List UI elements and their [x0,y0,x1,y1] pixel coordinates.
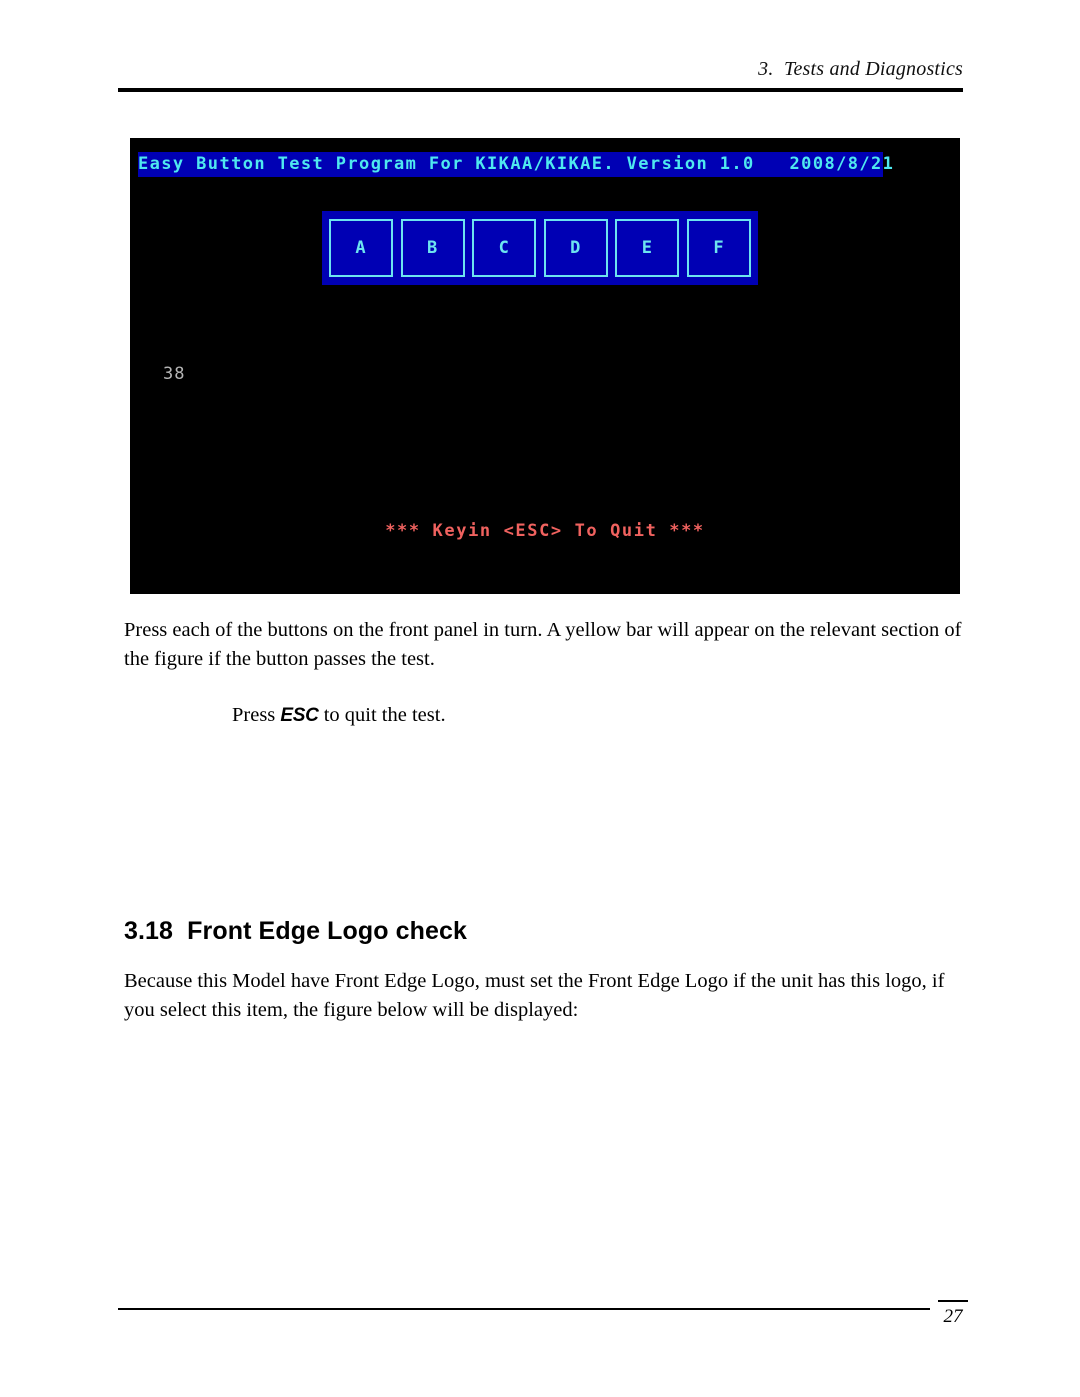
panel-button-b[interactable]: B [400,219,465,277]
header-title: 3. Tests and Diagnostics [758,58,963,80]
terminal-screenshot-figure: Easy Button Test Program For KIKAA/KIKAE… [130,138,960,594]
terminal-index-label: 38 [163,364,186,384]
section-body-3-18: Because this Model have Front Edge Logo,… [124,967,972,1025]
terminal-quit-message: *** Keyin <ESC> To Quit *** [385,521,705,541]
section-paragraph: Because this Model have Front Edge Logo,… [124,970,945,1021]
panel-button-a[interactable]: A [329,219,393,277]
panel-button-f[interactable]: F [686,219,751,277]
esc-key-label: ESC [280,705,319,726]
page-header: 3. Tests and Diagnostics [118,56,963,93]
quit-instruction-prefix: Press [232,704,281,726]
footer-rule [118,1308,930,1310]
terminal-title-bar: Easy Button Test Program For KIKAA/KIKAE… [138,152,893,177]
page-number-tick [938,1300,968,1302]
page-number-value: 27 [943,1306,963,1327]
panel-button-e[interactable]: E [615,219,680,277]
panel-button-c[interactable]: C [472,219,537,277]
section-heading-3-18: 3.18 Front Edge Logo check [124,917,468,945]
quit-instruction-suffix: to quit the test. [318,704,446,726]
quit-instruction-line: Press ESC to quit the test. [232,701,969,730]
footer-page-number: 27 [930,1300,976,1328]
figure-description-block: Press each of the buttons on the front p… [124,616,969,730]
button-test-panel: A B C D E F [322,211,758,285]
figure-description-paragraph: Press each of the buttons on the front p… [124,619,962,670]
header-rule [118,88,963,93]
panel-button-d[interactable]: D [543,219,608,277]
